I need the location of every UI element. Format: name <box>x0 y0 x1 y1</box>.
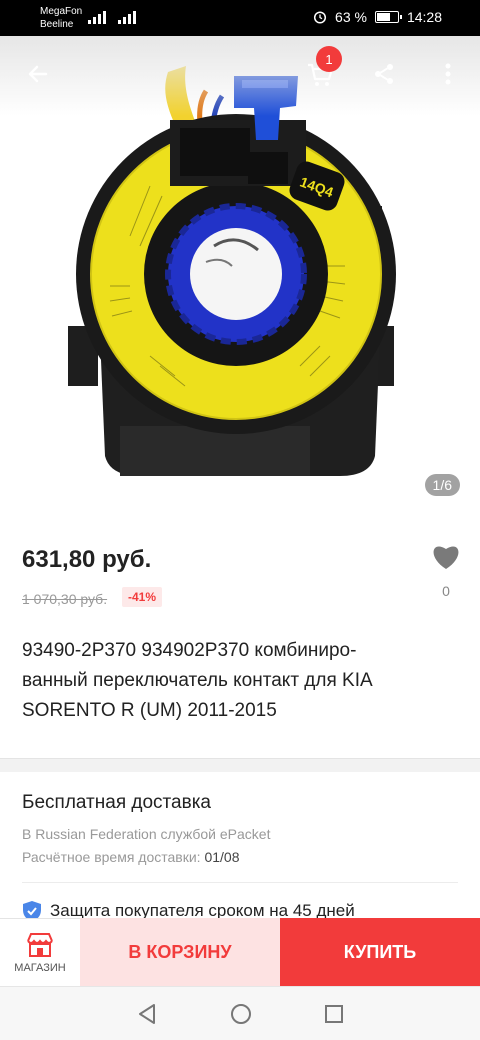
image-counter: 1/6 <box>424 474 460 496</box>
cart-count-badge: 1 <box>316 46 342 72</box>
shipping-method: В Russian Federation службой ePacket <box>22 826 271 842</box>
back-arrow-icon <box>28 65 48 83</box>
store-button[interactable]: МАГАЗИН <box>0 918 80 986</box>
action-bar: МАГАЗИН В КОРЗИНУ КУПИТЬ <box>0 918 480 986</box>
nav-recents-icon[interactable] <box>324 1004 344 1024</box>
buy-now-button[interactable]: КУПИТЬ <box>280 918 480 986</box>
carrier-2: Beeline <box>40 19 74 30</box>
section-divider <box>0 758 480 772</box>
signal-icon <box>118 10 136 24</box>
nav-home-icon[interactable] <box>230 1003 252 1025</box>
battery-percent: 63 % <box>335 9 367 25</box>
title-line: ванный переключатель контакт для KIA <box>22 670 373 691</box>
status-bar: MegaFon Beeline 63 % 14:28 <box>0 0 480 36</box>
carrier-1: MegaFon <box>40 6 83 17</box>
shipping-title[interactable]: Бесплатная доставка <box>22 792 211 814</box>
current-price: 631,80 руб. <box>22 546 152 573</box>
product-title: 93490-2P370 934902P370 комбиниро- ванный… <box>22 636 462 726</box>
more-button[interactable] <box>430 56 466 92</box>
discount-badge: -41% <box>122 587 163 607</box>
battery-icon <box>374 11 402 23</box>
status-right: 63 % 14:28 <box>313 9 442 25</box>
clock: 14:28 <box>406 9 442 25</box>
favorite-button[interactable]: 0 <box>428 542 464 606</box>
add-to-cart-button[interactable]: В КОРЗИНУ <box>80 918 280 986</box>
more-icon <box>445 63 451 85</box>
divider <box>22 882 458 883</box>
carrier-names: MegaFon Beeline <box>40 5 82 31</box>
product-image-gallery[interactable]: 14Q4 1 1/6 <box>0 36 480 514</box>
shipping-eta-label: Расчётное время доставки: <box>22 849 201 865</box>
share-icon <box>375 64 393 84</box>
store-label: МАГАЗИН <box>14 961 66 974</box>
shipping-eta-value: 01/08 <box>204 849 240 865</box>
back-button[interactable] <box>20 56 56 92</box>
old-price: 1 070,30 руб. <box>22 591 108 607</box>
top-shade <box>0 36 480 116</box>
alarm-icon <box>313 11 327 24</box>
title-line: 93490-2P370 934902P370 комбиниро- <box>22 640 357 661</box>
system-nav-bar <box>0 986 480 1040</box>
signal-icon <box>88 10 106 24</box>
store-icon <box>27 932 53 957</box>
heart-icon <box>433 546 459 569</box>
title-line: SORENTO R (UM) 2011-2015 <box>22 700 277 721</box>
shipping-eta: Расчётное время доставки: 01/08 <box>22 849 240 865</box>
share-button[interactable] <box>366 56 402 92</box>
favorites-count: 0 <box>442 583 450 599</box>
nav-back-icon[interactable] <box>136 1003 158 1025</box>
